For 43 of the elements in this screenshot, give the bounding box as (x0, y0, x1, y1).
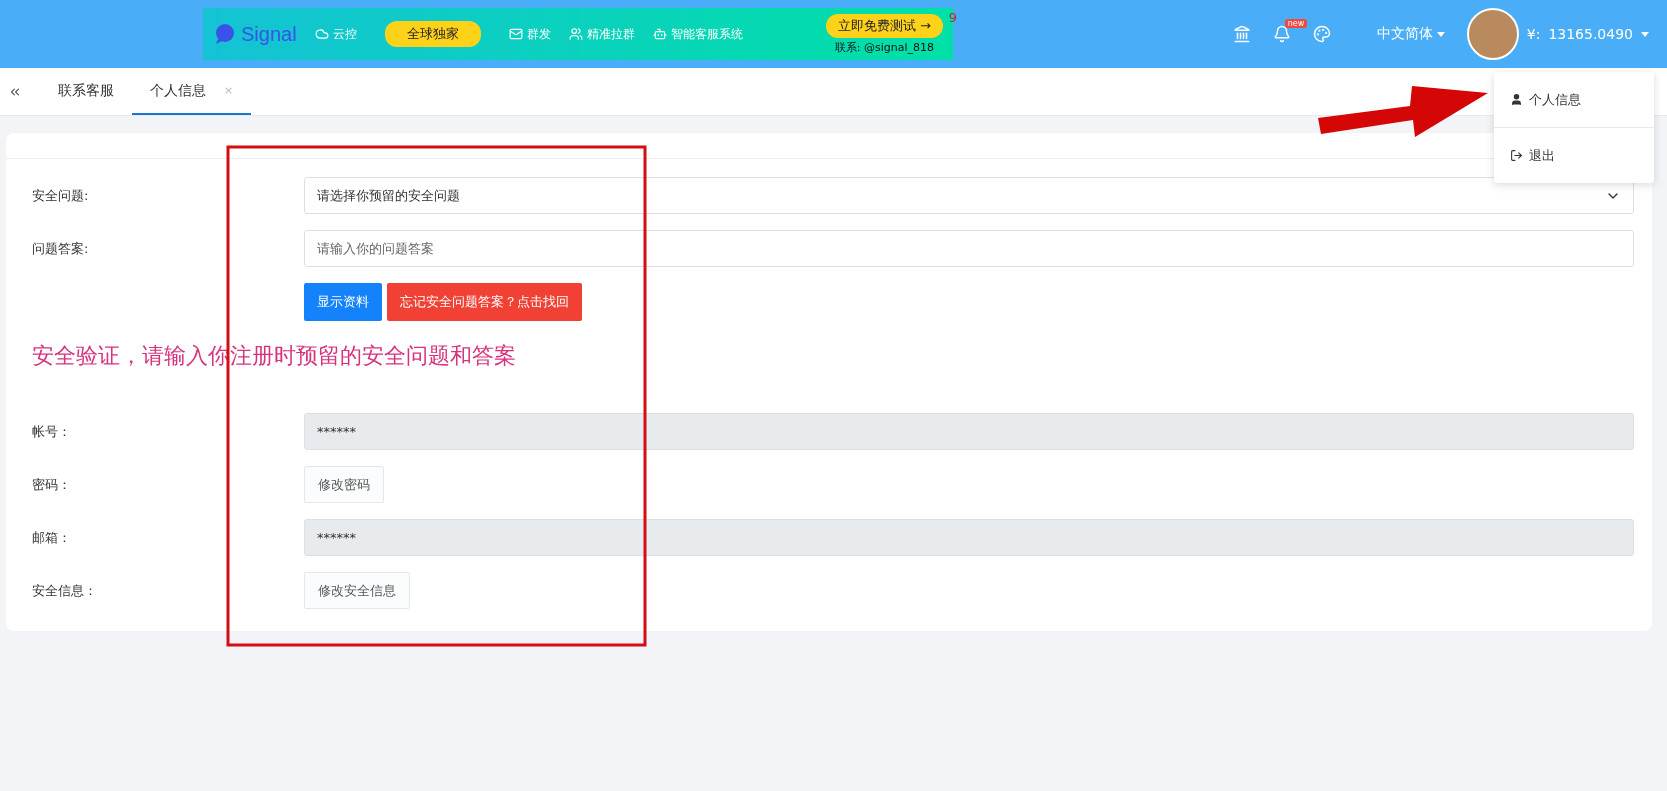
field-label: 安全信息： (32, 581, 98, 600)
question-select[interactable]: 请选择你预留的安全问题 (304, 177, 1634, 214)
brand-logo: Signal (213, 22, 297, 46)
answer-input[interactable]: 请输入你的问题答案 (304, 230, 1634, 267)
avatar[interactable] (1466, 8, 1519, 60)
free-trial-button[interactable]: 立即免费测试 → (825, 13, 943, 38)
field-label: 邮箱： (32, 528, 72, 547)
field-label: 帐号： (32, 422, 72, 441)
new-badge: new (1284, 19, 1308, 28)
promo-pill: 全球独家 (384, 21, 481, 47)
currency-label: ¥: (1526, 26, 1541, 42)
field-label: 安全问题: (32, 186, 90, 205)
bank-icon[interactable] (1232, 25, 1251, 43)
tab[interactable]: 个人信息 × (132, 68, 252, 115)
tab-label: 个人信息 (150, 81, 206, 100)
field-label: 密码： (32, 475, 72, 494)
menu-item[interactable]: 退出 (1494, 127, 1654, 183)
edit-button[interactable]: 修改安全信息 (304, 572, 410, 609)
menu-item[interactable]: 个人信息 (1494, 72, 1654, 127)
recover-button[interactable]: 忘记安全问题答案？点击找回 (387, 283, 582, 321)
feature-label: 群发 (526, 25, 551, 43)
bell-icon[interactable] (1272, 25, 1291, 43)
people-icon (568, 27, 583, 41)
caret-icon (1641, 31, 1649, 37)
show-button[interactable]: 显示资料 (304, 283, 382, 321)
edit-button[interactable]: 修改密码 (304, 466, 384, 503)
readonly-field[interactable]: ****** (304, 413, 1634, 450)
feature-label: 智能客服系统 (670, 25, 743, 43)
contact-text: 联系: @signal_818 (834, 39, 935, 55)
cloud-icon (314, 27, 329, 41)
chat-bubble-icon (213, 22, 237, 46)
field-label: 问题答案: (32, 239, 90, 258)
robot-icon (652, 27, 667, 41)
tab[interactable]: 联系客服 (40, 68, 132, 115)
envelope-icon (508, 27, 523, 41)
caret-icon (1436, 31, 1445, 37)
tab-label: 联系客服 (58, 81, 114, 100)
logout-icon (1510, 149, 1523, 162)
user-icon (1510, 93, 1523, 106)
feature-label: 云控 (332, 25, 357, 43)
palette-icon[interactable] (1312, 25, 1331, 43)
readonly-field[interactable]: ****** (304, 519, 1634, 556)
feature-label: 精准拉群 (586, 25, 635, 43)
